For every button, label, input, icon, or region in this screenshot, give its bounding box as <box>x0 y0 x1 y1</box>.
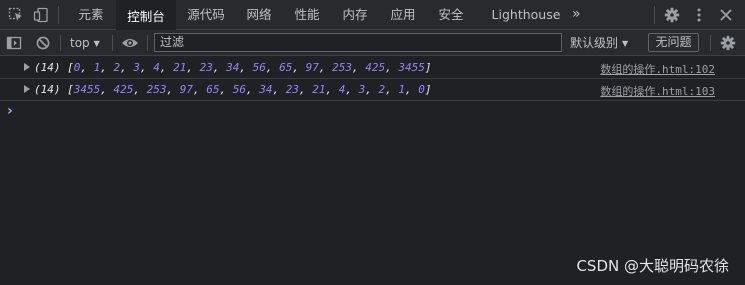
toolbar-divider <box>60 35 61 51</box>
array-separator: , <box>292 61 306 74</box>
more-tabs-icon[interactable]: » <box>572 0 581 29</box>
live-expression-eye-icon[interactable] <box>120 33 140 53</box>
tab-console[interactable]: 控制台 <box>116 0 176 31</box>
array-value: 23 <box>199 61 213 74</box>
inspect-element-icon[interactable] <box>6 5 26 25</box>
array-separator: , <box>318 61 333 74</box>
source-link[interactable]: 数组的操作.html:103 <box>600 83 715 99</box>
array-separator: , <box>239 61 253 74</box>
console-toolbar: top ▼ 过滤 默认级别 ▼ 无问题 <box>0 30 745 56</box>
chevron-down-icon: ▼ <box>622 39 629 48</box>
array-separator: , <box>325 83 339 96</box>
log-levels-dropdown[interactable]: 默认级别 ▼ <box>570 34 628 52</box>
array-separator: , <box>212 61 227 74</box>
array-separator: , <box>299 83 313 96</box>
array-close-bracket: ] <box>424 83 432 96</box>
expand-triangle-icon[interactable] <box>24 85 30 93</box>
clear-console-icon[interactable] <box>33 33 53 53</box>
array-separator: , <box>133 83 147 96</box>
array-preview: (14) [3455, 425, 253, 97, 65, 56, 34, 23… <box>34 83 432 96</box>
array-value: 4 <box>153 61 160 74</box>
array-separator: , <box>166 83 180 96</box>
watermark: CSDN @大聪明码农徐 <box>576 257 729 275</box>
filter-input[interactable]: 过滤 <box>154 33 562 52</box>
context-label: top <box>70 36 90 50</box>
close-icon[interactable] <box>716 5 736 25</box>
array-preview: (14) [0, 1, 2, 3, 4, 21, 23, 34, 56, 65,… <box>34 61 432 74</box>
console-prompt-icon[interactable]: › <box>7 103 13 119</box>
array-separator: , <box>140 61 154 74</box>
array-separator: , <box>352 61 366 74</box>
array-value: 253 <box>332 61 352 74</box>
array-separator: , <box>159 61 174 74</box>
devtools-tabbar: 元素 控制台 源代码 网络 性能 内存 应用 安全 Lighthouse » <box>0 0 745 31</box>
context-selector[interactable]: top ▼ <box>70 34 100 52</box>
array-separator: , <box>186 61 200 74</box>
console-settings-gear-icon[interactable] <box>718 33 738 53</box>
tab-network[interactable]: 网络 <box>238 0 280 29</box>
show-sidebar-icon[interactable] <box>4 33 24 53</box>
array-separator: , <box>365 83 379 96</box>
tab-elements[interactable]: 元素 <box>70 0 112 29</box>
array-separator: , <box>272 83 286 96</box>
array-value: 97 <box>305 61 319 74</box>
array-separator: , <box>345 83 359 96</box>
log-levels-label: 默认级别 <box>570 36 619 50</box>
array-separator: , <box>80 61 94 74</box>
array-value: 1 <box>398 83 405 96</box>
tab-application[interactable]: 应用 <box>382 0 424 29</box>
array-separator: , <box>246 83 260 96</box>
tabbar-divider <box>58 6 59 24</box>
tab-performance[interactable]: 性能 <box>286 0 328 29</box>
array-separator: , <box>100 83 114 96</box>
array-value: 425 <box>365 61 386 74</box>
settings-gear-icon[interactable] <box>662 5 682 25</box>
array-value: 3 <box>133 61 140 74</box>
array-value: 21 <box>173 61 187 74</box>
array-value: 21 <box>312 83 326 96</box>
array-separator: , <box>385 61 399 74</box>
array-separator: , <box>100 61 114 74</box>
array-value: 3455 <box>398 61 425 74</box>
issues-button[interactable]: 无问题 <box>648 33 699 52</box>
array-value: 425 <box>113 83 134 96</box>
expand-triangle-icon[interactable] <box>24 63 30 71</box>
array-close-bracket: ] <box>424 61 432 74</box>
source-link[interactable]: 数组的操作.html:102 <box>600 61 715 77</box>
array-separator: , <box>265 61 280 74</box>
tab-lighthouse[interactable]: Lighthouse <box>484 0 568 29</box>
array-value: 34 <box>226 61 240 74</box>
tabbar-divider <box>654 6 655 24</box>
more-options-icon[interactable] <box>689 5 709 25</box>
device-toolbar-icon[interactable] <box>31 5 51 25</box>
tab-sources[interactable]: 源代码 <box>180 0 232 29</box>
array-value: 56 <box>232 83 246 96</box>
toolbar-divider <box>147 35 148 51</box>
array-value: 253 <box>146 83 167 96</box>
array-value: 65 <box>279 61 293 74</box>
array-separator: , <box>219 83 233 96</box>
tab-memory[interactable]: 内存 <box>334 0 376 29</box>
array-separator: , <box>120 61 134 74</box>
array-value: 23 <box>285 83 299 96</box>
toolbar-divider <box>710 35 711 51</box>
console-message-row[interactable]: (14) [0, 1, 2, 3, 4, 21, 23, 34, 56, 65,… <box>0 57 745 79</box>
array-value: 0 <box>418 83 425 96</box>
array-value: 97 <box>179 83 193 96</box>
array-separator: , <box>385 83 399 96</box>
chevron-down-icon: ▼ <box>93 39 100 48</box>
array-value: 65 <box>206 83 220 96</box>
console-message-row[interactable]: (14) [3455, 425, 253, 97, 65, 56, 34, 23… <box>0 79 745 101</box>
array-value: 56 <box>252 61 266 74</box>
tab-security[interactable]: 安全 <box>430 0 472 29</box>
toolbar-divider <box>112 35 113 51</box>
array-length-prefix: (14) [ <box>34 83 74 96</box>
array-value: 34 <box>259 83 273 96</box>
array-separator: , <box>405 83 419 96</box>
array-value: 3455 <box>73 83 101 96</box>
array-length-prefix: (14) [ <box>34 61 74 74</box>
array-separator: , <box>193 83 207 96</box>
